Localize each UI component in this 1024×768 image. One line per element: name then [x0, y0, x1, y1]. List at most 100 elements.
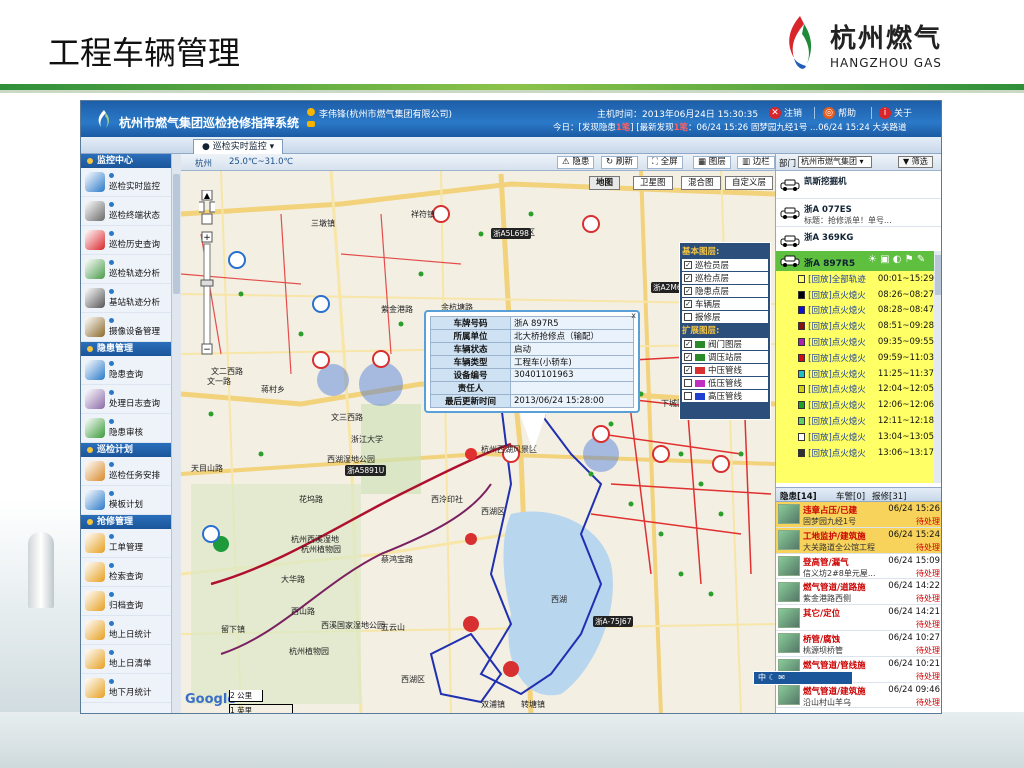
alarm-tab[interactable]: 车警[0] — [836, 490, 865, 502]
map-city[interactable]: 杭州 — [195, 157, 212, 169]
sidebar-section-0[interactable]: 监控中心 — [81, 154, 180, 168]
vehicle-marker-label[interactable]: 浙A5891U — [345, 465, 387, 476]
alarm-item[interactable]: 桥管/腐蚀 桃源坝桥管 06/24 10:27 待处理 — [776, 631, 941, 657]
checkbox[interactable] — [684, 392, 692, 400]
vehicle-action-icons[interactable]: ☀ ▣ ◐ ⚑ ✎ — [868, 254, 925, 265]
sidebar-item[interactable]: 摄像设备管理 — [81, 313, 180, 342]
sidebar-item[interactable]: 巡检任务安排 — [81, 457, 180, 486]
track-row[interactable]: [回放]点火熄火 09:35~09:55 — [776, 334, 934, 350]
layer-toggle-row[interactable]: ✓ 巡检点层 — [682, 272, 768, 284]
alarm-time: 06/24 15:09 — [888, 555, 940, 566]
logout-button[interactable]: ✕ 注销 — [769, 106, 802, 119]
selected-vehicle-header[interactable]: 浙A 897R5 ☀ ▣ ◐ ⚑ ✎ — [776, 251, 934, 271]
sidebar-item[interactable]: 巡检历史查询 — [81, 226, 180, 255]
sidebar-item[interactable]: 巡检终端状态 — [81, 197, 180, 226]
sidebar-item[interactable]: 检索查询 — [81, 558, 180, 587]
sidebar-item[interactable]: 巡检实时监控 — [81, 168, 180, 197]
checkbox[interactable]: ✓ — [684, 300, 692, 308]
sidebar-toggle-button[interactable]: ▥ 边栏 — [737, 156, 775, 169]
track-row[interactable]: [回放]点火熄火 12:06~12:06 — [776, 397, 934, 413]
today-prefix: 今日：[发现隐患 — [553, 123, 616, 133]
alarm-tab[interactable]: 报修[31] — [872, 490, 906, 502]
layer-toggle-row[interactable]: 高压管线 — [682, 390, 768, 402]
refresh-button[interactable]: ↻ 刷新 — [601, 156, 638, 169]
track-row[interactable]: [回放]点火熄火 08:28~08:47 — [776, 303, 934, 319]
track-row[interactable]: [回放]点火熄火 09:59~11:03 — [776, 350, 934, 366]
alarm-tab[interactable]: 隐患[14] — [780, 490, 817, 502]
layer-toggle-row[interactable]: ✓ 车辆层 — [682, 298, 768, 310]
layer-toggle-row[interactable]: 报修层 — [682, 311, 768, 323]
zoom-control[interactable]: ▲ + − — [199, 190, 215, 356]
filter-button[interactable]: ▼ 筛选 — [898, 156, 933, 168]
sidebar-item[interactable]: 巡检轨迹分析 — [81, 255, 180, 284]
alarm-item[interactable]: 燃气管道/道路施 紫金港路西侧 06/24 14:22 待处理 — [776, 579, 941, 606]
track-row[interactable]: [回放]全部轨迹 00:01~15:29 — [776, 271, 934, 287]
layer-toggle-row[interactable]: ✓ 中压管线 — [682, 364, 768, 376]
track-row[interactable]: [回放]点火熄火 12:04~12:05 — [776, 382, 934, 398]
alarm-item[interactable]: 工地监护/建筑施 大关路道全公馆工程 06/24 15:24 待处理 — [776, 527, 941, 554]
checkbox[interactable]: ✓ — [684, 353, 692, 361]
alarm-item[interactable]: 违章占压/已建 固梦园九经1号 06/24 15:26 待处理 — [776, 502, 941, 528]
vehicle-list-item[interactable]: 浙A 077ES 标题：抢修派单！单号... — [776, 199, 941, 227]
sidebar-item[interactable]: 归档查询 — [81, 587, 180, 616]
track-row[interactable]: [回放]点火熄火 13:04~13:05 — [776, 429, 934, 445]
media-toolbar[interactable]: 中 ☾ ✉ — [753, 671, 853, 685]
vehicle-marker-label[interactable]: 浙A-75J67 — [593, 616, 634, 627]
map-type-custom[interactable]: 自定义层 — [725, 176, 773, 190]
layer-toggle-row[interactable]: ✓ 隐患点层 — [682, 285, 768, 297]
sidebar-item[interactable]: 处理日志查询 — [81, 385, 180, 414]
map-type-hybrid[interactable]: 混合图 — [681, 176, 721, 190]
track-scrollbar[interactable] — [934, 251, 941, 483]
sidebar-item[interactable]: 隐患查询 — [81, 356, 180, 385]
sidebar-section-1[interactable]: 隐患管理 — [81, 342, 180, 356]
checkbox[interactable]: ✓ — [684, 274, 692, 282]
track-row[interactable]: [回放]点火熄火 08:26~08:27 — [776, 287, 934, 303]
alarm-item[interactable]: 登高管/漏气 信义坊2#8单元屋... 06/24 15:09 待处理 — [776, 554, 941, 580]
fullscreen-button[interactable]: ⛶ 全屏 — [647, 156, 683, 169]
today-summary[interactable]: 今日：[发现隐患1笔] [最新发现1笔：06/24 15:26 固梦园九经1号 … — [553, 121, 907, 133]
sidebar-scrollbar[interactable] — [171, 154, 181, 713]
sidebar-item[interactable]: 地下月统计 — [81, 674, 180, 703]
track-name: [回放]点火熄火 — [808, 417, 866, 428]
about-button[interactable]: i 关于 — [879, 106, 912, 119]
layers-button[interactable]: ▦ 图层 — [693, 156, 731, 169]
map-type-map[interactable]: 地图 — [589, 176, 621, 190]
layer-toggle-row[interactable]: 低压管线 — [682, 377, 768, 389]
scrollbar-thumb[interactable] — [935, 255, 941, 295]
scrollbar-thumb[interactable] — [173, 174, 180, 294]
sidebar-item[interactable]: 隐患审核 — [81, 414, 180, 443]
sidebar-item[interactable]: 地上日统计 — [81, 616, 180, 645]
track-row[interactable]: [回放]点火熄火 11:25~11:37 — [776, 366, 934, 382]
checkbox[interactable]: ✓ — [684, 261, 692, 269]
tab-realtime-monitor[interactable]: ● 巡检实时监控 ▾ — [193, 139, 284, 154]
vehicle-list-item[interactable]: 凯斯挖掘机 — [776, 171, 941, 199]
checkbox[interactable] — [684, 379, 692, 387]
close-icon[interactable]: x — [631, 311, 636, 320]
map-canvas[interactable] — [181, 154, 775, 714]
sidebar-item[interactable]: 基站轨迹分析 — [81, 284, 180, 313]
alarm-item[interactable]: 其它/定位 06/24 14:21 待处理 — [776, 605, 941, 631]
help-button[interactable]: ◎ 帮助 — [823, 106, 856, 119]
checkbox[interactable]: ✓ — [684, 340, 692, 348]
dept-select[interactable]: 杭州市燃气集团 ▾ — [798, 156, 872, 168]
sidebar-section-3[interactable]: 抢修管理 — [81, 515, 180, 529]
map-panel[interactable]: 杭州 25.0℃~31.0℃ ⚠ 隐患 ↻ 刷新 ⛶ 全屏 ▦ 图层 ▥ 边栏 … — [181, 154, 775, 714]
sidebar-item-text: 处理日志查询 — [109, 389, 160, 409]
checkbox[interactable] — [684, 313, 692, 321]
layer-toggle-row[interactable]: ✓ 巡检员层 — [682, 259, 768, 271]
hazard-tool-button[interactable]: ⚠ 隐患 — [557, 156, 595, 169]
track-row[interactable]: [回放]点火熄火 08:51~09:28 — [776, 318, 934, 334]
layer-toggle-row[interactable]: ✓ 阀门图层 — [682, 338, 768, 350]
map-type-satellite[interactable]: 卫星图 — [633, 176, 673, 190]
sidebar-item[interactable]: 工单管理 — [81, 529, 180, 558]
track-row[interactable]: [回放]点火熄火 12:11~12:18 — [776, 413, 934, 429]
alarm-item[interactable]: 燃气管道/建筑施 沿山村山羊乌 06/24 09:46 待处理 — [776, 683, 941, 709]
vehicle-marker-label[interactable]: 浙A5L698 — [491, 228, 531, 239]
track-row[interactable]: [回放]点火熄火 13:06~13:17 — [776, 445, 934, 461]
sidebar-item[interactable]: 地上日清单 — [81, 645, 180, 674]
checkbox[interactable]: ✓ — [684, 287, 692, 295]
sidebar-item[interactable]: 模板计划 — [81, 486, 180, 515]
layer-toggle-row[interactable]: ✓ 调压站层 — [682, 351, 768, 363]
sidebar-section-2[interactable]: 巡检计划 — [81, 443, 180, 457]
checkbox[interactable]: ✓ — [684, 366, 692, 374]
